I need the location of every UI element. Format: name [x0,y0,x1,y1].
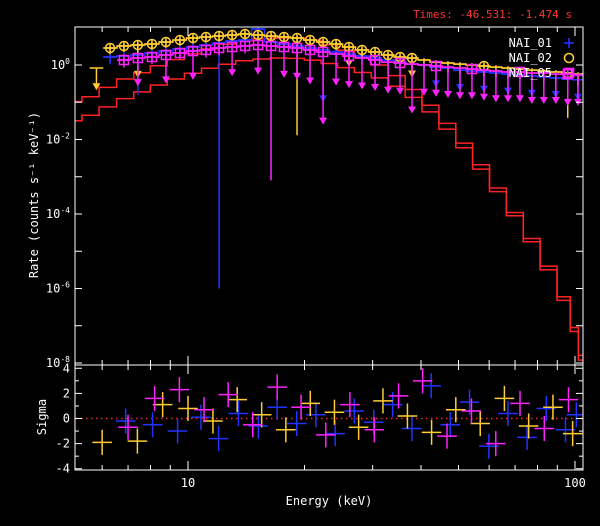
down-arrow-limit [539,96,548,104]
y-tick-label-rate: 10-2 [46,132,70,147]
down-arrow-limit [358,82,367,90]
down-arrow-limit [479,93,488,101]
down-arrow-limit [319,117,328,125]
y-tick-label-sigma: 2 [63,386,70,400]
legend: NAI_01NAI_02NAI_05 [509,36,575,80]
axes [74,26,584,471]
down-arrow-limit [371,84,380,92]
x-tick-label: 100 [564,476,586,490]
sigma-points-nai_01 [115,373,583,459]
down-arrow-limit [396,87,405,95]
down-arrow-limit [133,79,142,87]
legend-marker-circle-icon [563,52,575,64]
down-arrow-limit [279,70,288,78]
y-tick-label-sigma: -2 [56,437,70,451]
down-arrow-limit [306,77,315,85]
down-arrow-limit [254,67,263,75]
legend-item-nai_02: NAI_02 [509,51,575,65]
spectral-fit-window: Times: -46.531: -1.474 s 100 10-2 10-4 10-6… [0,0,600,526]
y-tick-label-sigma: 0 [63,412,70,426]
x-axis-label: Energy (keV) [286,494,373,508]
down-arrow-limit [515,95,524,103]
x-tick-label: 10 [181,476,195,490]
sigma-panel-data [76,368,583,459]
legend-label: NAI_01 [509,36,552,50]
down-arrow-limit [419,88,428,96]
legend-label: NAI_05 [509,66,552,80]
down-arrow-limit [161,76,170,84]
time-interval-title: Times: -46.531: -1.474 s [413,8,572,21]
y-axis-label-rate: Rate (counts s⁻¹ keV⁻¹) [27,112,41,278]
y-axis-label-sigma: Sigma [35,399,49,435]
down-arrow-limit [563,98,572,106]
down-arrow-limit [431,89,440,97]
down-arrow-limit [344,81,353,89]
down-arrow-limit [332,78,341,86]
down-arrow-limit [467,92,476,100]
main-panel-data [75,27,583,361]
y-tick-label-rate: 10-6 [46,281,70,296]
y-axis-tick-labels: 10010-210-410-610-8420-2-4 [46,57,70,476]
x-axis-tick-labels: 10 100 [181,476,586,490]
y-tick-label-rate: 10-4 [46,206,70,221]
down-arrow-limit [551,96,560,104]
down-arrow-limit [293,72,302,80]
y-tick-label-sigma: 4 [63,361,70,375]
down-arrow-limit [408,106,417,114]
legend-label: NAI_02 [509,51,552,65]
down-arrow-limit [527,96,536,104]
legend-item-nai_01: NAI_01 [509,36,574,50]
sigma-points-nai_02 [92,385,583,455]
count-spectrum-plot[interactable]: Times: -46.531: -1.474 s 10010-210-410-6… [0,0,600,526]
down-arrow-limit [384,86,393,94]
down-arrow-limit [455,92,464,100]
legend-item-nai_05: NAI_05 [509,66,575,80]
down-arrow-limit [188,72,197,80]
sigma-panel-border [74,364,584,471]
y-tick-label-sigma: -4 [56,462,70,476]
down-arrow-limit [491,95,500,103]
down-arrow-limit [443,91,452,99]
down-arrow-limit [228,69,237,77]
y-tick-label-rate: 100 [51,57,70,72]
model-histogram-red-2 [75,57,583,361]
down-arrow-limit [503,95,512,103]
